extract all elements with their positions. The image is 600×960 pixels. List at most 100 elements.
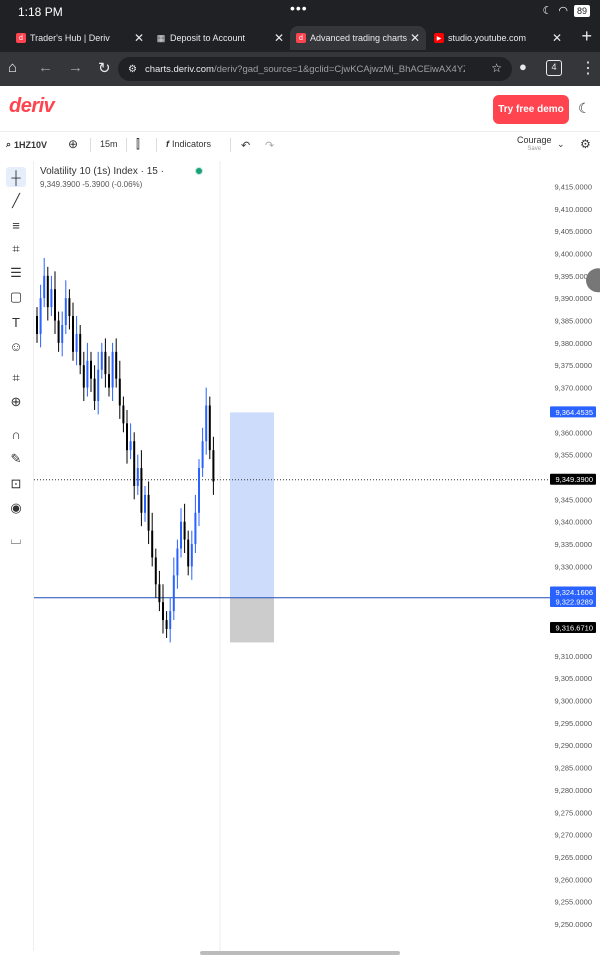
candle (208, 405, 211, 451)
price-chart[interactable]: 9,415.0000 9,410.0000 9,405.0000 9,400.0000… (34, 161, 600, 951)
candle (176, 548, 179, 576)
compare-symbol-icon[interactable]: ⊕ (68, 137, 78, 151)
close-icon[interactable]: ✕ (274, 31, 284, 45)
tab-switcher-button[interactable]: 4 (546, 60, 562, 76)
candle (100, 351, 103, 370)
interval-selector[interactable]: 15m (100, 139, 118, 149)
close-icon[interactable]: ✕ (410, 31, 420, 45)
tab-traders-hub[interactable]: d Trader's Hub | Deriv ✕ (10, 26, 150, 50)
ruler-icon[interactable]: ⌗ (6, 368, 26, 388)
deriv-favicon-icon: d (16, 33, 26, 43)
emoji-icon[interactable]: ☺ (6, 336, 26, 356)
candle (54, 289, 56, 321)
rectangle-icon[interactable]: ▢ (6, 287, 26, 307)
crosshair-icon[interactable]: ┼ (6, 167, 26, 187)
y-tick-label: 9,360.0000 (554, 428, 592, 437)
browser-menu-icon[interactable]: ⋮ (580, 58, 596, 78)
zoom-icon[interactable]: ⊕ (6, 392, 26, 412)
candle (122, 405, 125, 424)
y-tick-label: 9,335.0000 (554, 540, 592, 549)
layout-save-selector[interactable]: Courage Save (517, 136, 552, 154)
channel-icon[interactable]: ≡ (6, 215, 26, 235)
indicators-button[interactable]: f Indicators (166, 139, 211, 149)
candle (97, 369, 100, 401)
y-tick-label: 9,260.0000 (554, 875, 592, 884)
pattern-icon[interactable]: ⌗ (6, 239, 26, 259)
candle (165, 620, 168, 629)
pencil-lock-icon[interactable]: ✎ (6, 449, 26, 469)
y-tick-label: 9,295.0000 (554, 719, 592, 728)
text-icon[interactable]: T (6, 312, 26, 332)
candle (201, 441, 204, 469)
new-tab-icon[interactable]: + (581, 26, 592, 47)
candle (144, 494, 146, 513)
candle (162, 602, 164, 621)
tab-strip: d Trader's Hub | Deriv ✕ ▦ Deposit to Ac… (0, 24, 600, 52)
settings-icon[interactable]: ⚙ (580, 137, 591, 151)
magnet-icon[interactable]: ∩ (6, 424, 26, 444)
candle (140, 468, 143, 513)
chevron-down-icon[interactable]: ⌄ (557, 139, 565, 150)
symbol-search[interactable]: ⌕ 1HZ10V (6, 139, 47, 150)
candle (158, 584, 161, 603)
eye-icon[interactable]: ◉ (6, 498, 26, 518)
legend-ohlc: 9,349.3900 -5.3900 (-0.06%) (40, 180, 143, 189)
close-icon[interactable]: ✕ (134, 31, 144, 45)
undo-icon[interactable]: ↶ (241, 139, 250, 152)
tab-title: Advanced trading charts & to (310, 33, 410, 43)
candle (82, 365, 85, 388)
chart-area[interactable]: 9,415.0000 9,410.0000 9,405.0000 9,400.0000… (34, 161, 600, 951)
price-label: 9,349.3900 (555, 475, 593, 484)
candle (108, 374, 110, 388)
status-icons: ☾ ◠ 89 (543, 4, 590, 17)
candle (86, 360, 89, 388)
tab-youtube-studio[interactable]: ▶ studio.youtube.com ✕ (428, 26, 568, 50)
price-label: 9,322.9289 (555, 598, 593, 607)
bookmark-star-icon[interactable]: ☆ (491, 61, 502, 75)
try-free-demo-button[interactable]: Try free demo (493, 95, 569, 124)
y-tick-label: 9,280.0000 (554, 786, 592, 795)
fibonacci-icon[interactable]: ☰ (6, 263, 26, 283)
dark-mode-icon[interactable]: ☾ (578, 100, 591, 117)
reload-icon[interactable]: ↻ (98, 59, 111, 77)
candle (64, 298, 67, 325)
battery-icon: 89 (573, 4, 590, 17)
candle (90, 360, 92, 379)
candle (46, 275, 49, 308)
candle (79, 333, 82, 366)
close-icon[interactable]: ✕ (552, 31, 562, 45)
candle (198, 468, 200, 513)
y-tick-label: 9,380.0000 (554, 339, 592, 348)
legend-title: Volatility 10 (1s) Index · 15 · (40, 166, 164, 177)
tab-deposit[interactable]: ▦ Deposit to Account ✕ (150, 26, 290, 50)
line-icon[interactable]: ╱ (6, 191, 26, 211)
y-tick-label: 9,345.0000 (554, 495, 592, 504)
redo-icon[interactable]: ↷ (265, 139, 274, 152)
url-host: charts.deriv.com (144, 63, 214, 75)
home-icon[interactable]: ⌂ (8, 59, 17, 76)
toolbar-divider (156, 138, 157, 152)
y-tick-label: 9,285.0000 (554, 764, 592, 773)
microphone-icon[interactable]: ● (519, 59, 527, 74)
y-tick-label: 9,355.0000 (554, 451, 592, 460)
candle (154, 557, 157, 585)
site-settings-icon[interactable]: ⚙ (128, 64, 137, 75)
forward-icon[interactable]: → (68, 59, 83, 76)
candle-type-icon[interactable]: ⫿ (136, 137, 140, 152)
candle (126, 423, 128, 451)
tab-advanced-charts[interactable]: d Advanced trading charts & to ✕ (290, 26, 426, 50)
layout-name: Courage (517, 135, 552, 145)
lock-icon[interactable]: ⊡ (6, 474, 26, 494)
candle (169, 611, 172, 629)
y-tick-label: 9,385.0000 (554, 317, 592, 326)
candle (111, 351, 114, 388)
trash-icon[interactable]: ⌴ (6, 530, 26, 550)
back-icon[interactable]: ← (38, 59, 53, 76)
live-indicator-icon (195, 167, 203, 175)
deriv-logo[interactable]: deriv (9, 95, 55, 118)
omnibox-bar: ⌂ ← → ↻ ⚙ charts.deriv.com/deriv?gad_sou… (0, 52, 600, 86)
candle (72, 316, 74, 352)
candle (93, 378, 96, 401)
address-bar[interactable]: ⚙ charts.deriv.com/deriv?gad_source=1&gc… (118, 57, 512, 81)
y-tick-label: 9,270.0000 (554, 831, 592, 840)
